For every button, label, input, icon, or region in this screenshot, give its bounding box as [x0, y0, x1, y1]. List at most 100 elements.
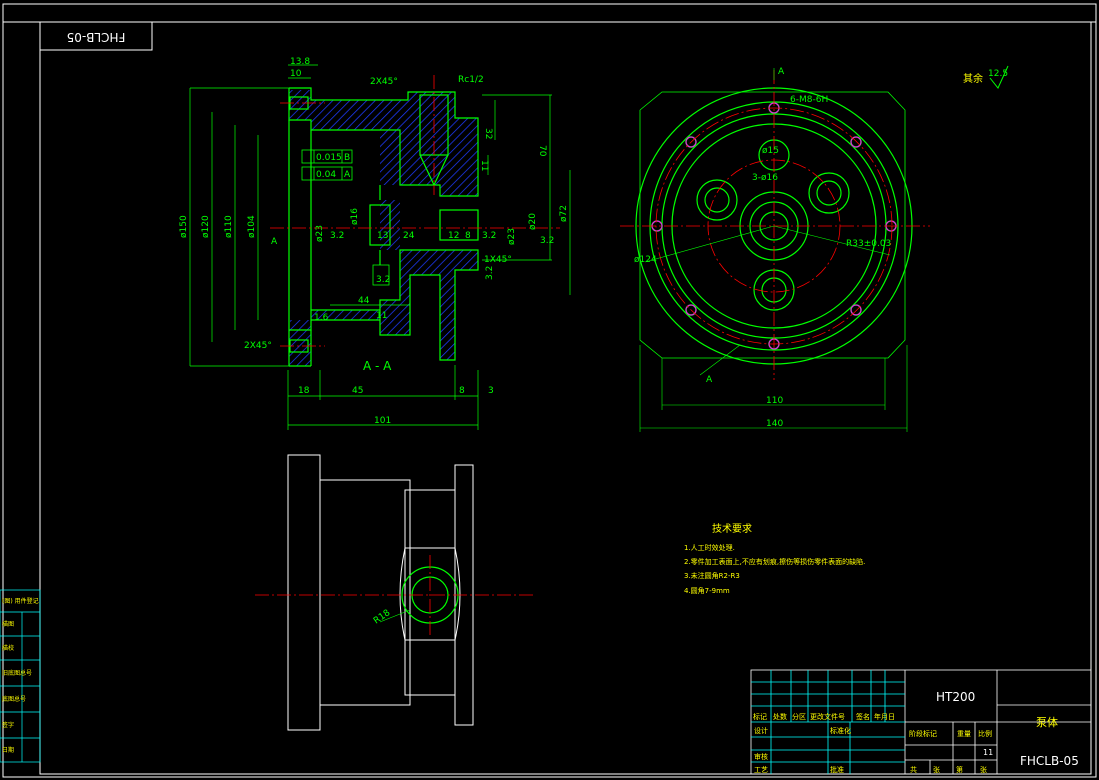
front-sec-a-top: A [778, 67, 785, 77]
dim-120: ø120 [201, 215, 211, 238]
tb-row-label-4: 更改文件号 [810, 712, 845, 721]
tb-design: 设计 [754, 726, 768, 735]
bv-body [319, 479, 411, 706]
tb-weight-label: 重量 [957, 730, 971, 738]
tb-row-label-3: 分区 [792, 712, 806, 721]
front-view [620, 68, 930, 432]
dim-20: ø20 [528, 213, 538, 230]
tb-stage-label: 阶段标记 [909, 729, 937, 738]
tb-row-label-6: 年月日 [874, 712, 895, 721]
tb-row-label-1: 标记 [753, 712, 767, 721]
dim-101: 101 [374, 416, 391, 426]
strip-2: 描图 [2, 620, 14, 628]
tb-row-label-2: 处数 [773, 712, 787, 721]
strip-3: 描校 [2, 644, 14, 652]
tb-material: HT200 [936, 690, 975, 704]
dim-12: 12 [448, 231, 459, 241]
strip-7: 日期 [2, 746, 14, 754]
front-holes2: 3-ø16 [752, 173, 778, 183]
dim-24: 24 [403, 231, 415, 241]
tb-sheets-1: 共 [910, 765, 917, 774]
dim-18: 18 [298, 386, 310, 396]
roughness-value: 12.5 [988, 69, 1008, 79]
tb-review: 审核 [754, 752, 768, 761]
cad-drawing-canvas[interactable]: FHCLB-05 13.8 10 2X45° Rc1/2 32 70 11 ø1… [0, 0, 1099, 780]
dim-16: ø16 [350, 208, 360, 225]
dim-3: 3 [488, 386, 494, 396]
dim-23: ø23 [315, 225, 325, 242]
tb-sheets-3: 第 [956, 765, 963, 774]
section-marker: A [271, 237, 278, 247]
tol-2-ref: A [344, 170, 351, 180]
front-holes: 6-M8-6H [790, 95, 828, 105]
rough-3-2d: 3.2 [485, 266, 495, 280]
dim-rc: Rc1/2 [458, 75, 484, 85]
dim-44: 44 [358, 296, 370, 306]
strip-4: 旧底图总号 [2, 669, 32, 677]
tech-title: 技术要求 [712, 522, 752, 535]
tb-approve: 批准 [830, 765, 844, 774]
tech-item-2: 2.零件加工表面上,不应有划痕,擦伤等损伤零件表面的缺陷. [684, 557, 865, 566]
tb-sheets-4: 张 [980, 765, 987, 774]
dim-13-8: 13.8 [290, 57, 310, 67]
tech-item-4: 4.圆角7-9mm [684, 586, 730, 595]
port-left-outer [696, 179, 738, 221]
strip-6: 签字 [2, 721, 14, 729]
strip-5: 底图总号 [2, 695, 26, 703]
front-110: 110 [766, 396, 783, 406]
tb-row-label-5: 签名 [856, 712, 870, 721]
code-mirrored: FHCLB-05 [67, 30, 126, 44]
bottom-view [255, 454, 535, 731]
tb-scale-label: 比例 [978, 729, 992, 738]
square-outline [639, 91, 906, 359]
dim-2x45-top: 2X45° [370, 77, 398, 87]
dim-23b: ø23 [507, 228, 517, 245]
rough-3-2b: 3.2 [482, 231, 496, 241]
dim-72: ø72 [559, 205, 569, 222]
dim-45: 45 [352, 386, 363, 396]
dim-32: 32 [483, 128, 493, 139]
front-d15: ø15 [762, 146, 779, 156]
dim-70: 70 [537, 145, 547, 157]
rough-3-2c: 3.2 [540, 236, 554, 246]
front-sec-a-bottom: A [706, 375, 713, 385]
strip-1: (图) 用件登记 [2, 597, 39, 605]
bv-r18: R18 [372, 608, 392, 627]
dim-150: ø150 [179, 215, 189, 238]
rough-3-2e: 3.2 [376, 275, 390, 285]
outer-border [2, 3, 1097, 778]
section-view [189, 64, 571, 430]
bv-flange [287, 454, 321, 731]
tb-process: 工艺 [754, 766, 768, 774]
front-d124: ø124 [634, 255, 657, 265]
tol-1: 0.015 [316, 153, 342, 163]
port-left-inner [704, 187, 730, 213]
chamfer-2x45-bottom: 2X45° [244, 341, 272, 351]
rough-3-2a: 3.2 [330, 231, 344, 241]
port-right-outer [808, 172, 850, 214]
dim-8: 8 [465, 231, 471, 241]
roughness-note: 其余 [963, 72, 983, 85]
tol-1-ref: B [344, 153, 350, 163]
front-140: 140 [766, 419, 783, 429]
inner-border [39, 21, 1092, 775]
chamfer-1x45: 1X45° [484, 255, 512, 265]
dim-8b: 8 [459, 386, 465, 396]
dim-11b: 11 [376, 311, 387, 321]
section-label: A - A [363, 359, 392, 373]
tb-scale: 11 [983, 748, 993, 757]
tech-item-1: 1.人工时效处理. [684, 543, 735, 552]
front-r33: R33±0.03 [846, 239, 891, 249]
rough-1-6: 1.6 [314, 313, 329, 323]
tol-2: 0.04 [316, 170, 336, 180]
tb-std-label: 标准化 [830, 726, 851, 735]
dim-11a: 11 [479, 160, 489, 171]
dim-110: ø110 [224, 215, 234, 238]
port-right-inner [816, 180, 842, 206]
dim-104: ø104 [247, 215, 257, 238]
dim-10: 10 [290, 69, 302, 79]
tb-sheets-2: 张 [933, 765, 940, 774]
tech-item-3: 3.未注圆角R2-R3 [684, 571, 740, 580]
tb-code: FHCLB-05 [1020, 754, 1079, 768]
dim-13: 13 [377, 231, 388, 241]
